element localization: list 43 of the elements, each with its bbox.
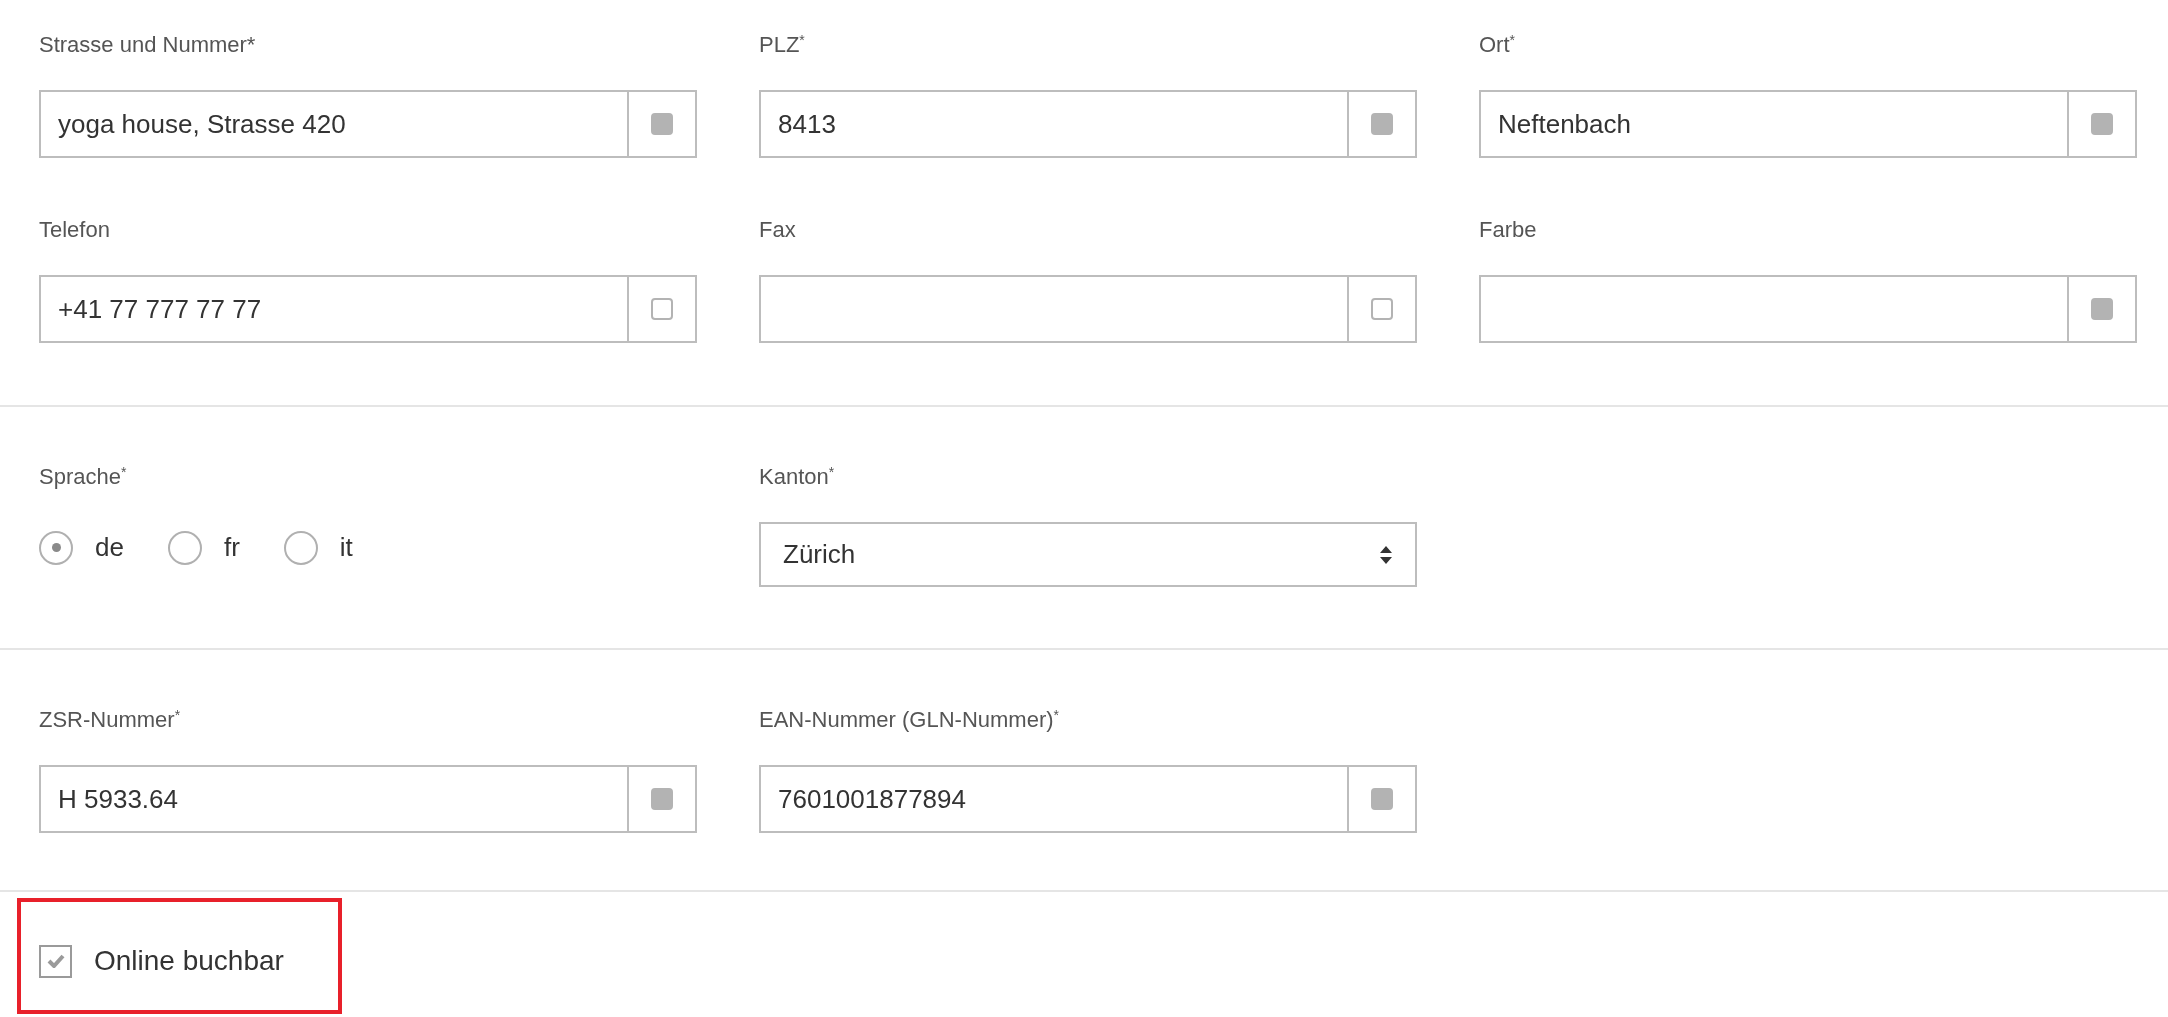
field-label: Sprache$^{*}$ (39, 463, 127, 491)
field-value: Neftenbach (1498, 107, 1631, 141)
radio-option[interactable]: it (283, 528, 353, 567)
checkbox[interactable] (651, 298, 673, 320)
field-label: Farbe (1479, 216, 1537, 244)
checkbox-option[interactable]: Online buchbar (39, 940, 284, 982)
radio-button[interactable] (39, 530, 73, 565)
text-field[interactable]: 8413 (759, 90, 1417, 158)
field-value: H 5933.64 (58, 782, 178, 816)
checkbox[interactable] (1371, 113, 1393, 135)
checkbox[interactable] (1371, 298, 1393, 320)
radio-option[interactable]: de (39, 528, 124, 567)
field-label: Kanton$^{*}$ (759, 463, 835, 491)
text-field[interactable]: Neftenbach (1479, 90, 2137, 158)
field-label: EAN-Nummer (GLN-Nummer)$^{*}$ (759, 706, 1059, 734)
text-field[interactable] (1479, 275, 2137, 343)
text-field[interactable]: 7601001877894 (759, 765, 1417, 833)
text-field[interactable]: yoga house, Strasse 420 (39, 90, 697, 158)
field-label: PLZ$^{*}$ (759, 31, 805, 59)
radio-button[interactable] (283, 530, 318, 565)
checkbox[interactable] (2091, 298, 2113, 320)
radio-option[interactable]: fr (167, 528, 240, 567)
radio-button[interactable] (167, 530, 202, 565)
text-field[interactable] (759, 275, 1417, 343)
sort-arrows-icon (1379, 544, 1393, 565)
select-dropdown[interactable]: Zürich (759, 522, 1417, 587)
checkbox[interactable] (1371, 788, 1393, 810)
field-value: 7601001877894 (778, 782, 966, 816)
field-label: Fax (759, 216, 796, 244)
field-value: yoga house, Strasse 420 (58, 107, 346, 141)
field-label: Ort$^{*}$ (1479, 31, 1515, 59)
field-value: +41 77 777 77 77 (58, 292, 262, 326)
field-value: 8413 (778, 107, 836, 141)
checkbox[interactable] (651, 788, 673, 810)
text-field[interactable]: +41 77 777 77 77 (39, 275, 697, 343)
text-field[interactable]: H 5933.64 (39, 765, 697, 833)
field-label: Telefon (39, 216, 110, 244)
field-label: Strasse und Nummer* (39, 31, 256, 59)
checkbox[interactable] (651, 113, 673, 135)
checkbox[interactable] (39, 944, 72, 978)
field-label: ZSR-Nummer$^{*}$ (39, 706, 181, 734)
checkbox[interactable] (2091, 113, 2113, 135)
checkmark-icon (46, 954, 65, 968)
